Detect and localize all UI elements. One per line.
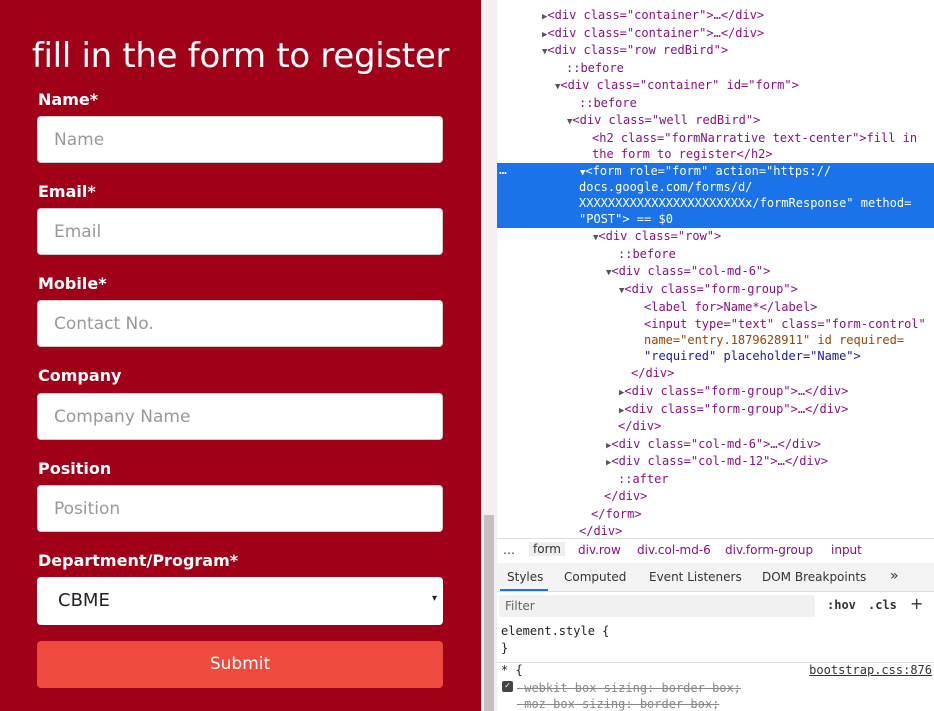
dom-node[interactable]: ▼<div class="container" id="form"> — [555, 77, 799, 95]
dom-node-text: <div class="row"> — [598, 229, 722, 243]
dom-node[interactable]: </div> — [579, 523, 622, 539]
dom-node[interactable]: ▶<div class="form-group">…</div> — [619, 401, 848, 419]
filter-input[interactable]: Filter — [499, 595, 815, 617]
dom-node[interactable]: ▼<div class="form-group"> — [619, 281, 798, 299]
dom-pseudo[interactable]: ::before — [566, 60, 624, 76]
breadcrumb-div-col[interactable]: div.col-md-6 — [637, 543, 711, 557]
rule-source-link[interactable]: bootstrap.css:876 — [809, 663, 932, 677]
styles-tabbar: Styles Computed Event Listeners DOM Brea… — [497, 563, 934, 592]
dom-node-text: <div class="col-md-6"> — [611, 264, 771, 278]
breadcrumb-ellipsis[interactable]: … — [503, 543, 515, 557]
dom-node-text: <div class="container">…</div> — [547, 8, 765, 22]
dom-node[interactable]: ▼<div class="row redBird"> — [542, 42, 728, 60]
company-input[interactable] — [37, 393, 443, 440]
tab-styles[interactable]: Styles — [507, 570, 543, 584]
dom-node[interactable]: ▶<div class="col-md-6">…</div> — [606, 436, 821, 454]
cls-toggle[interactable]: .cls — [868, 598, 897, 612]
dom-node-text: <form role="form" action="https:// — [585, 164, 832, 178]
dom-node[interactable]: </div> — [618, 418, 661, 434]
breadcrumb-form[interactable]: form — [529, 542, 565, 556]
devtools-panel: ▶<div class="container">…</div> ▶<div cl… — [497, 0, 934, 711]
mobile-label: Mobile* — [38, 274, 107, 293]
position-label: Position — [38, 459, 112, 478]
dom-node-text: <div class="container">…</div> — [547, 26, 765, 40]
email-input[interactable] — [37, 208, 443, 255]
rule-close-brace: } — [501, 641, 509, 655]
dom-node-continued[interactable]: the form to register</h2> — [592, 146, 773, 162]
more-tabs-icon[interactable]: » — [890, 568, 899, 584]
dom-node-text: <div class="form-group"> — [624, 282, 798, 296]
form-title: fill in the form to register — [31, 36, 450, 76]
dom-node-text: <div class="form-group">…</div> — [624, 402, 849, 416]
dom-node-text: <div class="well redBird"> — [572, 113, 761, 127]
property-checkbox[interactable]: ✓ — [502, 681, 513, 692]
dom-node-continued[interactable]: "required" placeholder="Name"> — [644, 348, 861, 364]
dom-pseudo[interactable]: ::before — [618, 246, 676, 262]
dom-node[interactable]: <input type="text" class="form-control" — [644, 316, 926, 332]
hov-toggle[interactable]: :hov — [827, 598, 856, 612]
selected-line: XXXXXXXXXXXXXXXXXXXXXXXx/formResponse" m… — [579, 196, 912, 210]
email-label: Email* — [38, 182, 96, 201]
active-tab-indicator — [500, 589, 548, 591]
dom-node[interactable]: </form> — [591, 506, 642, 522]
element-style-rule[interactable]: element.style { — [501, 624, 609, 638]
selected-dom-node[interactable]: … ▼<form role="form" action="https:// do… — [497, 163, 934, 228]
dom-node[interactable]: <label for>Name*</label> — [644, 299, 817, 315]
dom-node[interactable]: </div> — [604, 488, 647, 504]
dom-node-continued[interactable]: name="entry.1879628911" id required= — [644, 332, 904, 348]
dom-node[interactable]: ▶<div class="container">…</div> — [542, 25, 764, 43]
tab-computed[interactable]: Computed — [564, 570, 626, 584]
dom-node-text: <div class="col-md-12">…</div> — [611, 454, 829, 468]
add-rule-icon[interactable]: + — [910, 594, 923, 613]
dom-node[interactable]: ▶<div class="form-group">…</div> — [619, 383, 848, 401]
dom-node[interactable]: ▼<div class="row"> — [593, 228, 721, 246]
registration-page: fill in the form to register Name* Email… — [0, 0, 481, 711]
dom-pseudo[interactable]: ::after — [618, 471, 669, 487]
name-input[interactable] — [37, 116, 443, 163]
scrollbar-thumb[interactable] — [484, 515, 494, 711]
page-scrollbar[interactable] — [481, 0, 497, 711]
styles-pane: element.style { } * { bootstrap.css:876 … — [497, 620, 934, 711]
dom-node[interactable]: ▼<div class="well redBird"> — [567, 112, 760, 130]
chevron-down-icon: ▾ — [431, 593, 437, 604]
selected-line: docs.google.com/forms/d/ — [579, 180, 753, 194]
mobile-input[interactable] — [37, 300, 443, 347]
dom-node[interactable]: </div> — [631, 365, 674, 381]
department-label: Department/Program* — [38, 551, 239, 570]
filter-placeholder: Filter — [505, 599, 535, 613]
dom-pseudo[interactable]: ::before — [579, 95, 637, 111]
css-property[interactable]: -webkit-box-sizing: border-box; — [517, 681, 741, 695]
dom-node[interactable]: ▶<div class="container">…</div> — [542, 7, 764, 25]
breadcrumb-div-row[interactable]: div.row — [578, 543, 621, 557]
position-input[interactable] — [37, 485, 443, 532]
styles-filter-bar: Filter :hov .cls + — [497, 592, 934, 621]
dom-node[interactable]: ▶<div class="col-md-12">…</div> — [606, 453, 828, 471]
dom-node-text: <div class="row redBird"> — [547, 43, 729, 57]
department-selected-value: CBME — [58, 590, 110, 611]
dom-node[interactable]: <h2 class="formNarrative text-center">fi… — [592, 130, 917, 146]
universal-rule-selector[interactable]: * { — [501, 663, 523, 677]
tab-event-listeners[interactable]: Event Listeners — [649, 570, 742, 584]
breadcrumb-div-form-group[interactable]: div.form-group — [725, 543, 813, 557]
breadcrumb-input[interactable]: input — [831, 543, 862, 557]
breadcrumb: … form div.row div.col-md-6 div.form-gro… — [497, 538, 934, 564]
dom-node-text: <div class="col-md-6">…</div> — [611, 437, 821, 451]
submit-button[interactable]: Submit — [37, 641, 443, 688]
department-select[interactable]: CBME ▾ — [37, 577, 443, 625]
company-label: Company — [38, 366, 122, 385]
tab-dom-breakpoints[interactable]: DOM Breakpoints — [762, 570, 866, 584]
name-label: Name* — [38, 90, 99, 109]
more-options-icon[interactable]: … — [499, 163, 507, 178]
selected-line: "POST"> == $0 — [579, 212, 673, 226]
dom-node[interactable]: ▼<div class="col-md-6"> — [606, 263, 770, 281]
dom-node-text: <div class="form-group">…</div> — [624, 384, 849, 398]
dom-node-text: <div class="container" id="form"> — [560, 78, 799, 92]
css-property[interactable]: -moz-box-sizing: border-box; — [517, 697, 719, 711]
